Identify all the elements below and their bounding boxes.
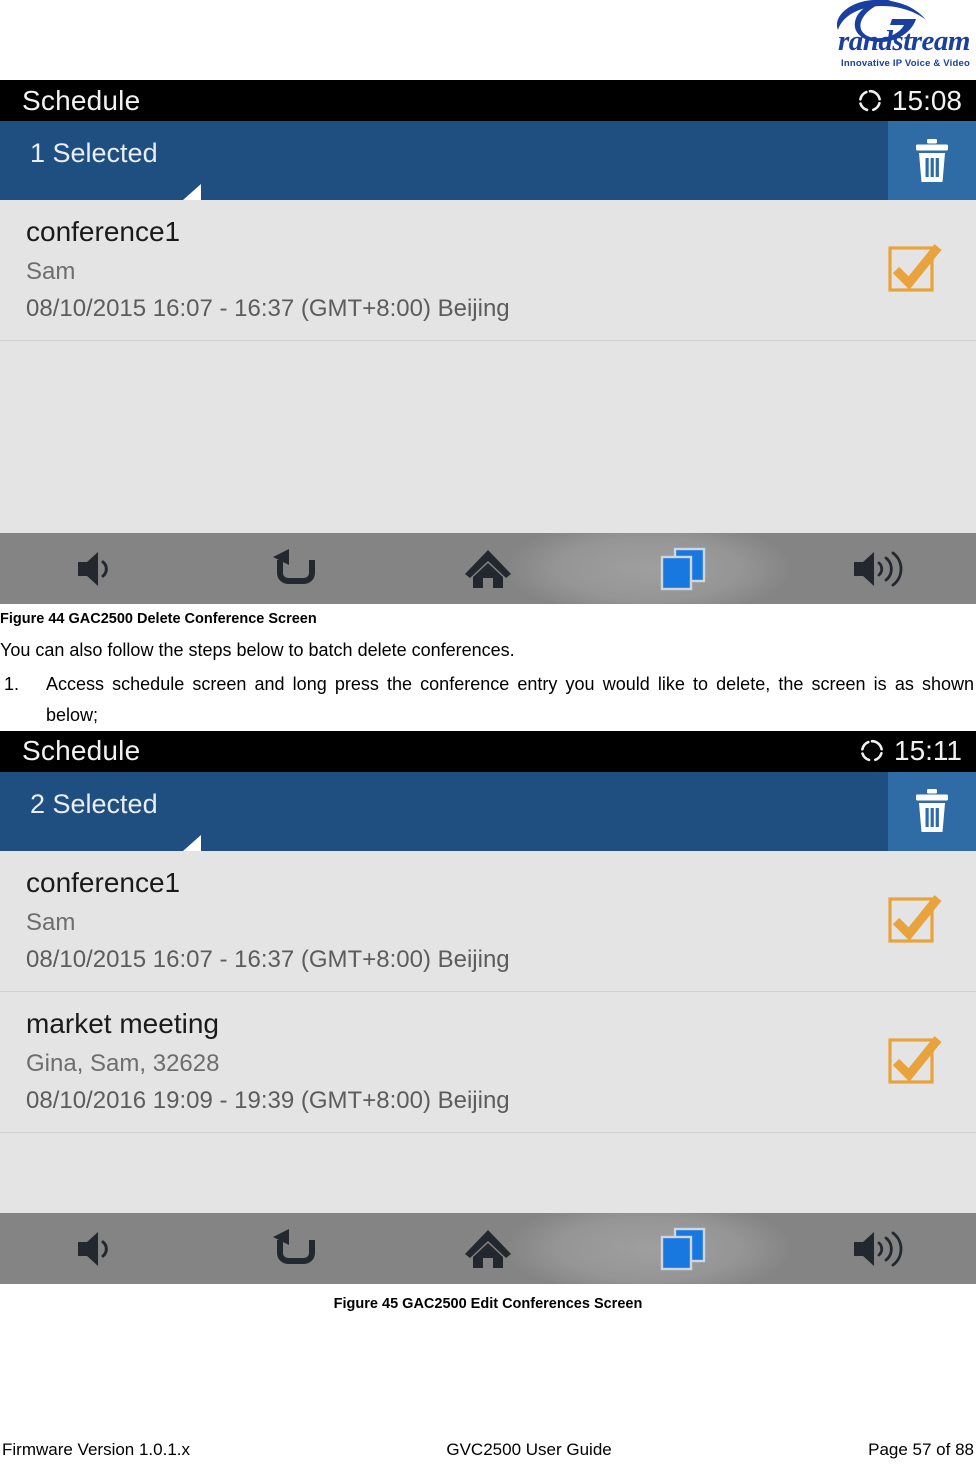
- checked-box-icon[interactable]: [886, 892, 944, 950]
- sync-icon: [859, 89, 881, 111]
- footer-page-number: Page 57 of 88: [868, 1440, 974, 1459]
- footer-firmware-version: Firmware Version 1.0.1.x: [2, 1440, 191, 1459]
- recent-apps-button[interactable]: [586, 1213, 781, 1284]
- conference-members: Sam: [26, 257, 76, 285]
- selection-marker-icon: [183, 184, 201, 200]
- list-empty-area: [0, 1133, 976, 1214]
- gac2500-delete-conference-screenshot: Schedule 15:08 1 Selected conference1 Sa…: [0, 80, 976, 605]
- delete-button[interactable]: [888, 121, 976, 200]
- body-paragraph: You can also follow the steps below to b…: [0, 639, 515, 660]
- recent-apps-icon: [661, 1227, 706, 1270]
- list-empty-area: [0, 341, 976, 534]
- conference-time: 08/10/2015 16:07 - 16:37 (GMT+8:00) Beij…: [26, 295, 510, 323]
- sync-icon: [861, 740, 883, 762]
- navigation-bar: [0, 533, 976, 605]
- conference-time: 08/10/2015 16:07 - 16:37 (GMT+8:00) Beij…: [26, 945, 510, 973]
- conference-time: 08/10/2016 19:09 - 19:39 (GMT+8:00) Beij…: [26, 1086, 510, 1114]
- volume-up-button[interactable]: [781, 1213, 976, 1284]
- conference-list: conference1 Sam 08/10/2015 16:07 - 16:37…: [0, 850, 976, 1214]
- status-bar: Schedule 15:08: [0, 80, 976, 121]
- status-bar-clock: 15:11: [894, 735, 962, 767]
- recent-apps-button[interactable]: [586, 533, 781, 604]
- conference-title: conference1: [26, 216, 181, 247]
- conference-title: market meeting: [26, 1007, 219, 1039]
- navigation-bar: [0, 1213, 976, 1285]
- logo-wordmark: randstream: [838, 25, 970, 57]
- conference-title: conference1: [26, 866, 181, 898]
- volume-up-button[interactable]: [781, 533, 976, 604]
- step-1: 1. Access schedule screen and long press…: [0, 667, 976, 731]
- volume-down-button[interactable]: [0, 1213, 195, 1284]
- status-bar-clock: 15:08: [891, 84, 962, 116]
- conference-members: Sam: [26, 908, 76, 936]
- table-row[interactable]: conference1 Sam 08/10/2015 16:07 - 16:37…: [0, 200, 976, 342]
- page-footer: Firmware Version 1.0.1.x GVC2500 User Gu…: [0, 1440, 976, 1460]
- grandstream-logo: randstream Innovative IP Voice & Video: [820, 0, 970, 69]
- conference-members: Gina, Sam, 32628: [26, 1049, 220, 1077]
- home-button[interactable]: [390, 533, 585, 604]
- trash-icon: [916, 789, 948, 833]
- delete-button[interactable]: [888, 771, 976, 851]
- selection-marker-icon: [183, 834, 201, 851]
- status-bar-right: 15:08: [857, 84, 962, 116]
- step-1-text: Access schedule screen and long press th…: [46, 673, 974, 725]
- checked-box-icon[interactable]: [886, 1033, 944, 1091]
- status-bar-title: Schedule: [22, 735, 141, 767]
- home-icon: [465, 549, 511, 588]
- volume-down-button[interactable]: [0, 533, 195, 604]
- back-button[interactable]: [195, 1213, 390, 1284]
- conference-list: conference1 Sam 08/10/2015 16:07 - 16:37…: [0, 200, 976, 534]
- status-bar-right: 15:11: [859, 737, 962, 765]
- recent-apps-icon: [661, 547, 706, 590]
- table-row[interactable]: conference1 Sam 08/10/2015 16:07 - 16:37…: [0, 851, 976, 992]
- action-bar-left[interactable]: 1 Selected: [0, 121, 888, 200]
- trash-icon: [916, 138, 948, 182]
- volume-down-icon: [77, 1231, 108, 1266]
- volume-down-icon: [77, 551, 108, 586]
- action-bar-left[interactable]: 2 Selected: [0, 772, 888, 851]
- home-button[interactable]: [390, 1213, 585, 1284]
- checked-box-icon[interactable]: [886, 241, 944, 299]
- volume-up-icon: [854, 1231, 903, 1267]
- logo-tagline: Innovative IP Voice & Video: [841, 58, 970, 69]
- selected-count-label: 2 Selected: [30, 788, 158, 819]
- step-1-number: 1.: [4, 673, 20, 694]
- home-icon: [465, 1229, 511, 1268]
- logo-mark: randstream: [820, 0, 970, 58]
- back-icon: [272, 1228, 315, 1264]
- back-button[interactable]: [195, 533, 390, 604]
- gac2500-edit-conferences-screenshot: Schedule 15:11 2 Selected conference1 Sa…: [0, 730, 976, 1285]
- contextual-action-bar: 2 Selected: [0, 771, 976, 851]
- status-bar: Schedule 15:11: [0, 730, 976, 772]
- status-bar-title: Schedule: [22, 84, 141, 116]
- back-icon: [272, 548, 315, 584]
- contextual-action-bar: 1 Selected: [0, 121, 976, 200]
- selected-count-label: 1 Selected: [30, 138, 158, 168]
- footer-document-title: GVC2500 User Guide: [446, 1440, 612, 1459]
- document-header: randstream Innovative IP Voice & Video: [0, 0, 976, 80]
- figure-44-caption: Figure 44 GAC2500 Delete Conference Scre…: [0, 611, 317, 628]
- table-row[interactable]: market meeting Gina, Sam, 32628 08/10/20…: [0, 992, 976, 1134]
- volume-up-icon: [854, 551, 903, 587]
- figure-45-caption: Figure 45 GAC2500 Edit Conferences Scree…: [333, 1296, 643, 1313]
